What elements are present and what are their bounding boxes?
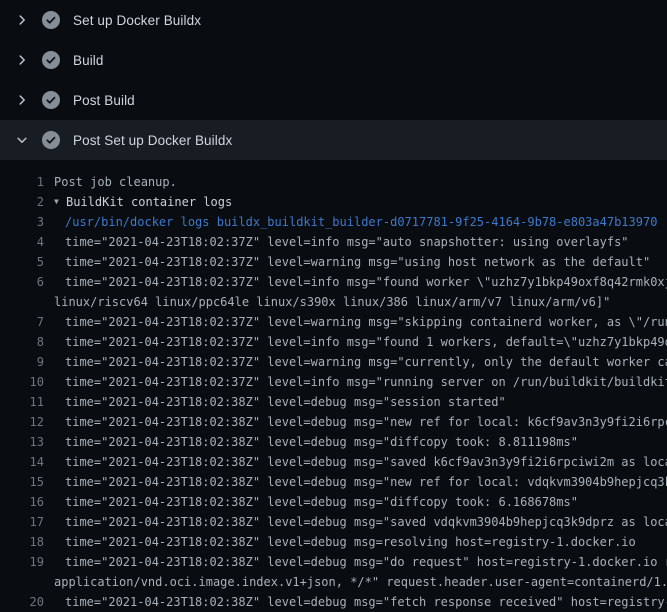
line-number[interactable]: 8 <box>0 332 44 352</box>
log-row: 12 time="2021-04-23T18:02:38Z" level=debu… <box>0 412 667 432</box>
log-row: 8 time="2021-04-23T18:02:37Z" level=info … <box>0 332 667 352</box>
line-number[interactable]: 6 <box>0 272 44 292</box>
log-text: time="2021-04-23T18:02:38Z" level=debug … <box>65 592 667 612</box>
line-number[interactable]: 15 <box>0 472 44 492</box>
log-text: time="2021-04-23T18:02:37Z" level=info m… <box>65 372 667 392</box>
step-label: Build <box>73 53 104 68</box>
log-lines: 1 Post job cleanup. 2 ▼BuildKit container l… <box>0 160 667 612</box>
log-group-title[interactable]: BuildKit container logs <box>66 192 232 212</box>
step-header-set-up-docker-buildx[interactable]: Set up Docker Buildx <box>0 0 667 40</box>
log-row: 5 time="2021-04-23T18:02:37Z" level=warni… <box>0 252 667 272</box>
log-row: 9 time="2021-04-23T18:02:37Z" level=warni… <box>0 352 667 372</box>
step-header-build[interactable]: Build <box>0 40 667 80</box>
log-row: 10 time="2021-04-23T18:02:37Z" level=info… <box>0 372 667 392</box>
log-text: time="2021-04-23T18:02:37Z" level=warnin… <box>65 352 667 372</box>
log-text: Post job cleanup. <box>54 172 177 192</box>
log-text: time="2021-04-23T18:02:38Z" level=debug … <box>65 432 578 452</box>
log-text: time="2021-04-23T18:02:38Z" level=debug … <box>65 412 667 432</box>
line-number[interactable]: 10 <box>0 372 44 392</box>
log-text: time="2021-04-23T18:02:37Z" level=info m… <box>65 332 667 352</box>
step-header-post-set-up-docker-buildx[interactable]: Post Set up Docker Buildx <box>0 120 667 160</box>
log-row: 16 time="2021-04-23T18:02:38Z" level=debu… <box>0 492 667 512</box>
line-number[interactable]: 2 <box>0 192 44 212</box>
line-number[interactable]: 16 <box>0 492 44 512</box>
log-text: time="2021-04-23T18:02:37Z" level=info m… <box>65 272 667 292</box>
log-row: 19 time="2021-04-23T18:02:38Z" level=debu… <box>0 552 667 572</box>
log-row: 18 time="2021-04-23T18:02:38Z" level=debu… <box>0 532 667 552</box>
log-row: 13 time="2021-04-23T18:02:38Z" level=debu… <box>0 432 667 452</box>
log-text: time="2021-04-23T18:02:37Z" level=warnin… <box>65 312 667 332</box>
step-label: Post Set up Docker Buildx <box>73 133 232 148</box>
log-text: application/vnd.oci.image.index.v1+json,… <box>54 572 667 592</box>
log-row: 20 time="2021-04-23T18:02:38Z" level=debu… <box>0 592 667 612</box>
log-text: time="2021-04-23T18:02:37Z" level=warnin… <box>65 252 650 272</box>
log-row: 15 time="2021-04-23T18:02:38Z" level=debu… <box>0 472 667 492</box>
log-row: 2 ▼BuildKit container logs <box>0 192 667 212</box>
line-number[interactable]: 1 <box>0 172 44 192</box>
log-row: 14 time="2021-04-23T18:02:38Z" level=debu… <box>0 452 667 472</box>
chevron-down-icon <box>14 132 30 148</box>
job-steps-list: Set up Docker Buildx Build Post Build Po… <box>0 0 667 160</box>
log-command-text: /usr/bin/docker logs buildx_buildkit_bui… <box>65 212 657 232</box>
line-number[interactable]: 5 <box>0 252 44 272</box>
log-row: application/vnd.oci.image.index.v1+json,… <box>0 572 667 592</box>
log-text: time="2021-04-23T18:02:38Z" level=debug … <box>65 472 667 492</box>
line-number[interactable]: 19 <box>0 552 44 572</box>
log-row: 4 time="2021-04-23T18:02:37Z" level=info … <box>0 232 667 252</box>
log-row: 1 Post job cleanup. <box>0 172 667 192</box>
log-text: time="2021-04-23T18:02:38Z" level=debug … <box>65 512 667 532</box>
log-row: 17 time="2021-04-23T18:02:38Z" level=debu… <box>0 512 667 532</box>
log-text: linux/riscv64 linux/ppc64le linux/s390x … <box>54 292 610 312</box>
step-header-post-build[interactable]: Post Build <box>0 80 667 120</box>
log-row: 11 time="2021-04-23T18:02:38Z" level=debu… <box>0 392 667 412</box>
chevron-right-icon <box>14 52 30 68</box>
log-row: linux/riscv64 linux/ppc64le linux/s390x … <box>0 292 667 312</box>
line-number <box>0 292 44 312</box>
log-text: time="2021-04-23T18:02:38Z" level=debug … <box>65 532 636 552</box>
chevron-right-icon <box>14 92 30 108</box>
log-text: time="2021-04-23T18:02:38Z" level=debug … <box>65 392 506 412</box>
chevron-right-icon <box>14 12 30 28</box>
line-number[interactable]: 7 <box>0 312 44 332</box>
line-number[interactable]: 9 <box>0 352 44 372</box>
check-circle-icon <box>42 131 60 149</box>
line-number[interactable]: 18 <box>0 532 44 552</box>
line-number[interactable]: 12 <box>0 412 44 432</box>
check-circle-icon <box>42 11 60 29</box>
line-number[interactable]: 13 <box>0 432 44 452</box>
log-text: time="2021-04-23T18:02:38Z" level=debug … <box>65 452 667 472</box>
line-number <box>0 572 44 592</box>
log-row: 7 time="2021-04-23T18:02:37Z" level=warni… <box>0 312 667 332</box>
line-number[interactable]: 3 <box>0 212 44 232</box>
line-number[interactable]: 20 <box>0 592 44 612</box>
check-circle-icon <box>42 91 60 109</box>
log-row: 3/usr/bin/docker logs buildx_buildkit_bu… <box>0 212 667 232</box>
check-circle-icon <box>42 51 60 69</box>
line-number[interactable]: 17 <box>0 512 44 532</box>
step-label: Set up Docker Buildx <box>73 13 201 28</box>
log-text: time="2021-04-23T18:02:38Z" level=debug … <box>65 492 578 512</box>
group-collapse-icon[interactable]: ▼ <box>54 192 66 212</box>
line-number[interactable]: 14 <box>0 452 44 472</box>
log-text: time="2021-04-23T18:02:38Z" level=debug … <box>65 552 667 572</box>
step-label: Post Build <box>73 93 135 108</box>
log-text: time="2021-04-23T18:02:37Z" level=info m… <box>65 232 629 252</box>
line-number[interactable]: 11 <box>0 392 44 412</box>
log-row: 6 time="2021-04-23T18:02:37Z" level=info … <box>0 272 667 292</box>
line-number[interactable]: 4 <box>0 232 44 252</box>
